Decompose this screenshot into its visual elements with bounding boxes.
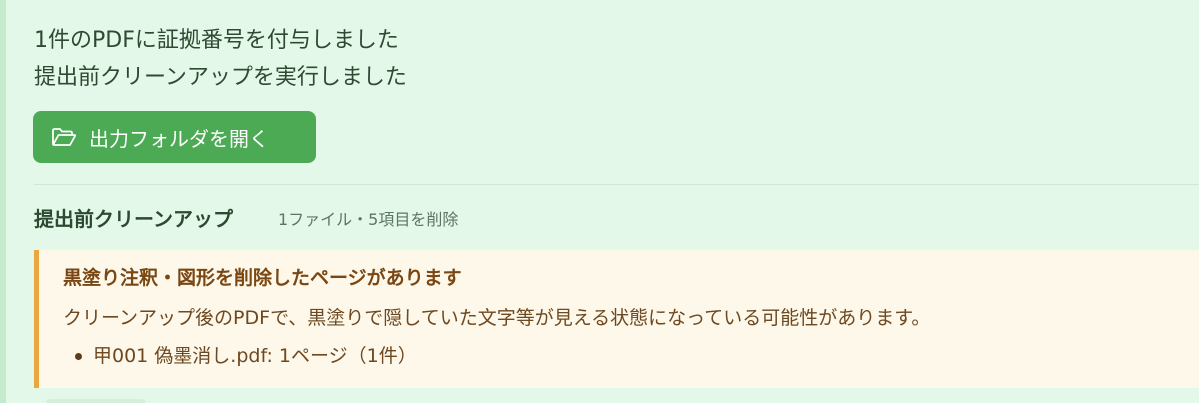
- cleanup-section-title: 提出前クリーンアップ: [34, 207, 233, 231]
- cleanup-section-summary: 1ファイル・5項目を削除: [278, 210, 459, 229]
- warning-title: 黒塗り注釈・図形を削除したページがあります: [63, 267, 462, 289]
- warning-file-item-text: 甲001 偽墨消し.pdf: 1ページ（1件）: [93, 345, 417, 367]
- cleanup-result-message: 提出前クリーンアップを実行しました: [34, 65, 407, 90]
- next-section-stub: [46, 399, 146, 403]
- redaction-warning-box: 黒塗り注釈・図形を削除したページがあります クリーンアップ後のPDFで、黒塗りで…: [34, 250, 1199, 388]
- result-panel: 1件のPDFに証拠番号を付与しました 提出前クリーンアップを実行しました 出力フ…: [0, 0, 1199, 403]
- warning-file-item: 甲001 偽墨消し.pdf: 1ページ（1件）: [63, 342, 417, 370]
- divider: [34, 184, 1199, 185]
- open-output-folder-label: 出力フォルダを開く: [89, 126, 269, 151]
- folder-open-icon: [52, 128, 77, 146]
- warning-body: クリーンアップ後のPDFで、黒塗りで隠していた文字等が見える状態になっている可能…: [63, 307, 931, 329]
- bullet-icon: [75, 353, 82, 360]
- stamp-result-message: 1件のPDFに証拠番号を付与しました: [34, 28, 399, 53]
- warning-file-list: 甲001 偽墨消し.pdf: 1ページ（1件）: [63, 342, 417, 370]
- open-output-folder-button[interactable]: 出力フォルダを開く: [33, 111, 316, 163]
